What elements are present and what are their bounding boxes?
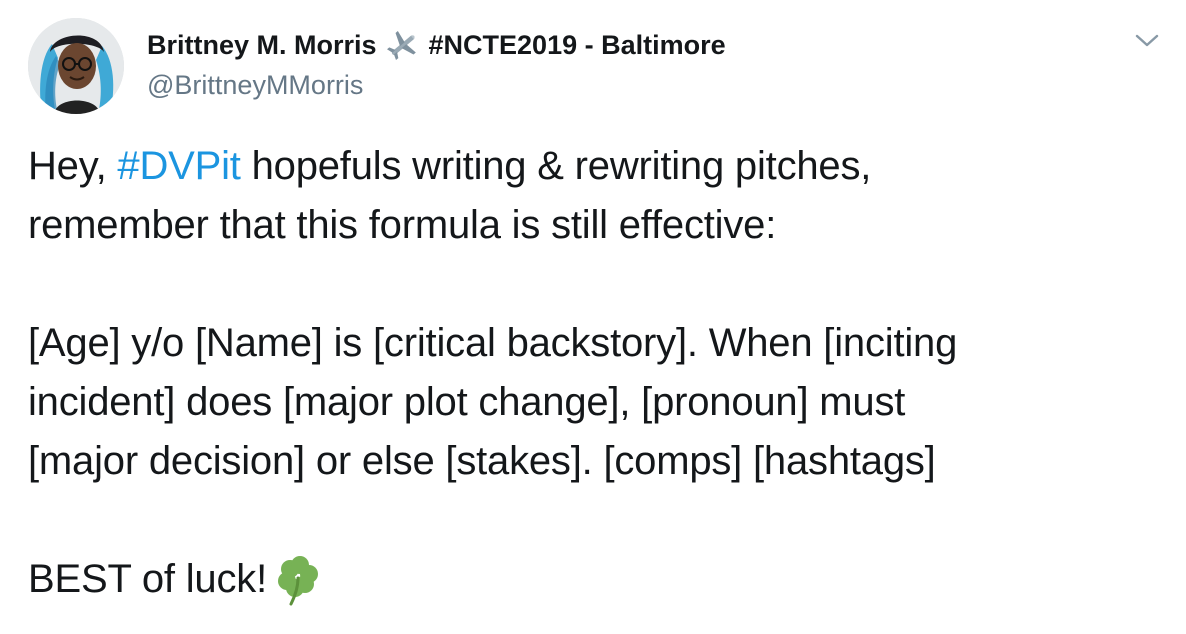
display-name-suffix: #NCTE2019 - Baltimore [428,30,726,60]
display-name[interactable]: Brittney M. Morris [147,27,377,63]
formula-line: incident] does [major plot change], [pro… [28,380,906,424]
chevron-down-icon[interactable] [1132,30,1162,52]
tweet-line: Hey, #DVPit hopefuls writing & rewriting… [28,137,1168,196]
tweet-line: remember that this formula is still effe… [28,203,777,247]
avatar-image [28,18,124,114]
closing-line: BEST of luck! [28,550,1168,609]
tweet-text: Hey, #DVPit hopefuls writing & rewriting… [28,137,1168,609]
display-name-row[interactable]: Brittney M. Morris #NCTE2019 - Baltimore [147,27,726,63]
formula-line: [Age] y/o [Name] is [critical backstory]… [28,321,958,365]
formula-line: [major decision] or else [stakes]. [comp… [28,439,936,483]
tweet-header: Brittney M. Morris #NCTE2019 - Baltimore… [147,27,726,103]
airplane-icon [385,29,421,61]
user-handle[interactable]: @BrittneyMMorris [147,67,726,103]
four-leaf-clover-icon [271,554,325,608]
tweet-text-fragment: hopefuls writing & rewriting pitches, [240,144,872,188]
closing-text: BEST of luck! [28,557,267,601]
tweet-card: Brittney M. Morris #NCTE2019 - Baltimore… [0,0,1186,634]
tweet-text-fragment: Hey, [28,144,118,188]
hashtag-link[interactable]: #DVPit [117,144,240,188]
avatar[interactable] [28,18,124,114]
